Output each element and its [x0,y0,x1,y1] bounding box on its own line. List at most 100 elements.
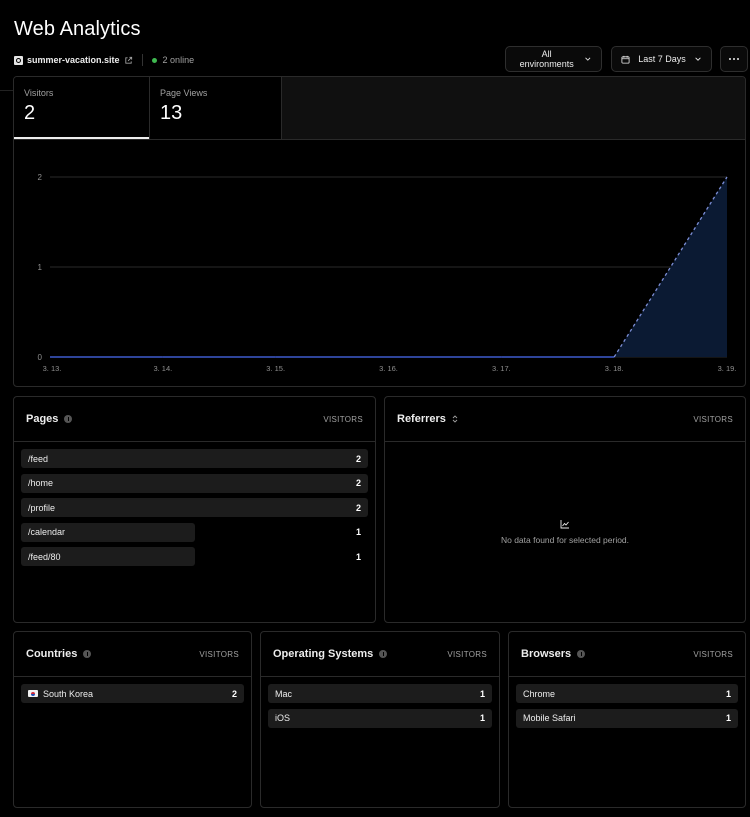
date-range-select[interactable]: Last 7 Days [611,46,712,72]
pages-title: Pages [26,413,59,425]
operating-systems-card: Operating Systems VISITORS Mac 1 iOS 1 [260,631,500,808]
calendar-icon [621,55,630,64]
card-header: Operating Systems VISITORS [261,632,499,677]
list-item[interactable]: /feed 2 [21,449,368,468]
tab-value: 13 [160,102,183,124]
list-item[interactable]: Mac 1 [268,684,492,703]
card-header: Countries VISITORS [14,632,251,677]
list-item[interactable]: /home 2 [21,473,368,493]
x-tick-label: 3. 13. [43,364,62,373]
info-icon[interactable] [83,650,92,658]
empty-state: No data found for selected period. [385,443,745,621]
row-label-text: /calendar [28,527,66,537]
column-header: VISITORS [693,414,733,424]
row-label: Mobile Safari [523,713,576,723]
countries-title: Countries [26,648,78,660]
list-item[interactable]: Chrome 1 [516,684,738,703]
tab-visitors[interactable]: Visitors 2 [14,77,149,139]
row-label: /feed/80 [28,552,61,562]
row-value: 1 [725,713,731,723]
row-label: /calendar [28,527,65,537]
page-title: Web Analytics [14,18,141,40]
row-label-text: iOS [275,713,291,723]
browsers-card: Browsers VISITORS Chrome 1 Mobile Safari 1 [508,631,746,808]
row-label: /profile [28,503,55,513]
row-value: 1 [355,527,361,537]
row-label: Chrome [523,689,555,699]
x-tick-label: 3. 14. [153,364,172,373]
os-list: Mac 1 iOS 1 [261,677,499,740]
column-header: VISITORS [323,414,363,424]
column-header: VISITORS [199,649,239,659]
chart-panel: Visitors 2 Page Views 13 0 1 2 3. 13. 3. 14.… [13,76,746,387]
chart-line-icon [560,520,569,529]
environment-select[interactable]: All environments [505,46,602,72]
row-value: 2 [355,478,361,488]
info-icon[interactable] [577,650,586,658]
list-item[interactable]: South Korea 2 [21,684,244,703]
referrers-title: Referrers [397,413,446,425]
row-label-text: /home [28,478,54,488]
row-value: 1 [479,688,485,699]
row-value: 1 [479,713,485,723]
date-range-label: Last 7 Days [638,54,686,64]
row-label-text: /feed/80 [28,551,61,562]
y-tick-label: 1 [38,263,43,272]
separator [141,54,143,66]
chevron-down-icon [585,57,591,61]
x-tick-label: 3. 17. [492,364,511,373]
list-item[interactable]: /feed/80 1 [21,547,368,566]
pages-card: Pages VISITORS /feed 2/home 2/profile 2/cal… [13,396,376,623]
card-header: Browsers VISITORS [509,632,745,677]
more-options-button[interactable] [720,46,748,72]
card-title: Operating Systems [273,648,388,660]
row-label-text: Mobile Safari [523,713,576,723]
pages-list: /feed 2/home 2/profile 2/calendar 1/feed/80 1 [14,442,375,579]
tab-value: 2 [24,102,36,124]
countries-list: South Korea 2 [14,677,251,716]
row-label-text: South Korea [43,688,94,699]
card-header: Pages VISITORS [14,397,375,442]
divider [0,90,14,91]
site-favicon-icon [14,55,23,65]
sort-icon[interactable] [452,414,458,424]
site-name-link[interactable]: summer-vacation.site [27,55,120,65]
row-value: 2 [355,502,361,513]
row-label: South Korea [28,689,93,699]
card-title: Pages [26,413,73,425]
row-bar [21,449,368,468]
card-title: Countries [26,648,92,660]
x-tick-label: 3. 19. [718,364,737,373]
info-icon[interactable] [379,650,388,658]
list-item[interactable]: iOS 1 [268,708,492,728]
list-item[interactable]: /profile 2 [21,498,368,517]
list-item[interactable]: /calendar 1 [21,522,368,542]
info-icon[interactable] [64,415,73,423]
row-bar [21,473,368,493]
column-header: VISITORS [447,649,487,659]
browsers-list: Chrome 1 Mobile Safari 1 [509,677,745,740]
row-bar [21,498,368,517]
list-item[interactable]: Mobile Safari 1 [516,708,738,728]
row-value: 1 [725,688,731,699]
referrers-card: Referrers VISITORS No data found for sel… [384,396,746,623]
chevron-down-icon [695,57,701,61]
site-info: summer-vacation.site 2 online [14,53,194,67]
visitors-chart: 0 1 2 3. 13. 3. 14. 3. 15. 3. 16. 3. 17. 3. 18. 3… [38,173,737,373]
card-title[interactable]: Referrers [397,413,458,425]
row-label-text: Mac [275,688,293,699]
online-status-icon [151,57,157,63]
y-tick-label: 0 [38,353,43,362]
environment-label: All environments [519,49,574,69]
tab-page-views[interactable]: Page Views 13 [149,77,282,139]
browsers-title: Browsers [521,648,572,660]
x-tick-label: 3. 15. [266,364,285,373]
more-icon [729,58,739,60]
countries-card: Countries VISITORS South Korea 2 [13,631,252,808]
external-link-icon[interactable] [124,56,133,65]
x-tick-label: 3. 18. [605,364,624,373]
os-title: Operating Systems [273,648,374,660]
row-label: /feed [28,454,48,464]
empty-message: No data found for selected period. [500,535,630,545]
row-label: Mac [275,689,292,699]
